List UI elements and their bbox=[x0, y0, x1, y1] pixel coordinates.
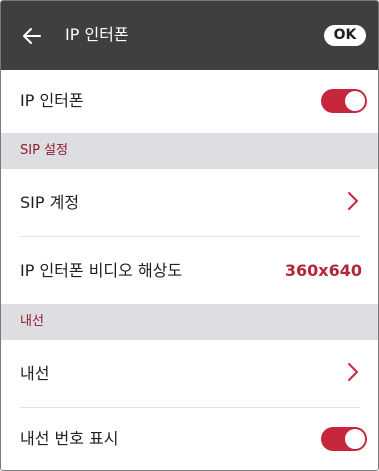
ok-button[interactable]: OK bbox=[324, 25, 366, 46]
section-header-extension: 내선 bbox=[1, 304, 378, 340]
show-extension-number-label: 내선 번호 표시 bbox=[20, 429, 119, 448]
page-title: IP 인터폰 bbox=[65, 25, 129, 44]
app-header: IP 인터폰 OK bbox=[1, 1, 378, 70]
arrow-left-icon[interactable] bbox=[20, 24, 44, 48]
video-resolution-label: IP 인터폰 비디오 해상도 bbox=[20, 261, 183, 280]
video-resolution-value: 360x640 bbox=[284, 261, 362, 280]
sip-account-label: SIP 계정 bbox=[20, 193, 80, 212]
chevron-right-icon bbox=[348, 192, 358, 210]
show-extension-number-row[interactable]: 내선 번호 표시 bbox=[1, 408, 378, 470]
video-resolution-row[interactable]: IP 인터폰 비디오 해상도 360x640 bbox=[1, 237, 378, 304]
chevron-right-icon bbox=[348, 363, 358, 381]
extension-label: 내선 bbox=[20, 364, 50, 383]
ip-intercom-row[interactable]: IP 인터폰 bbox=[1, 70, 378, 133]
section-header-sip: SIP 설정 bbox=[1, 133, 378, 169]
sip-account-row[interactable]: SIP 계정 bbox=[1, 169, 378, 236]
extension-row[interactable]: 내선 bbox=[1, 340, 378, 407]
section-label-extension: 내선 bbox=[20, 314, 44, 329]
ip-intercom-label: IP 인터폰 bbox=[20, 91, 84, 110]
settings-screen: IP 인터폰 OK IP 인터폰 SIP 설정 SIP 계정 IP 인터폰 비디… bbox=[0, 0, 379, 471]
show-extension-number-toggle[interactable] bbox=[321, 427, 367, 451]
section-label-sip: SIP 설정 bbox=[20, 143, 68, 158]
toggle-knob bbox=[345, 429, 365, 449]
ip-intercom-toggle[interactable] bbox=[321, 89, 367, 113]
toggle-knob bbox=[345, 91, 365, 111]
